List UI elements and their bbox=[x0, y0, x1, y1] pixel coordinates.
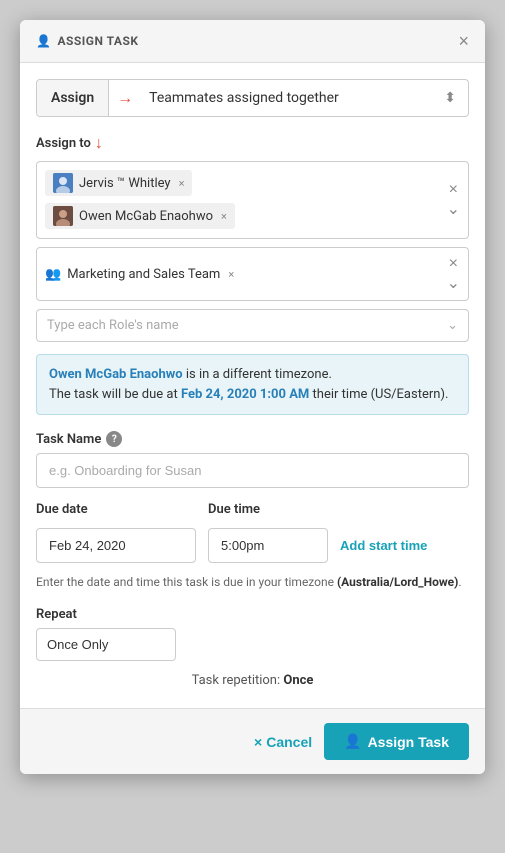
timezone-text3: their time (US/Eastern). bbox=[309, 387, 448, 402]
task-repetition-label: Task repetition: bbox=[192, 673, 281, 688]
assignees-list: Jervis ™ Whitley × Owen McGab bbox=[45, 170, 439, 230]
team-name: Marketing and Sales Team bbox=[67, 267, 220, 282]
team-tag: 👥 Marketing and Sales Team × bbox=[45, 267, 234, 282]
roles-chevron-icon: ⌄ bbox=[447, 318, 458, 333]
repeat-section: Repeat Once Only Daily Weekly Monthly bbox=[36, 607, 469, 661]
roles-input-box[interactable]: Type each Role's name ⌄ bbox=[36, 309, 469, 342]
assign-task-label: Assign Task bbox=[368, 734, 449, 750]
tz-hint-text2: . bbox=[458, 575, 461, 589]
assign-chevron-icon[interactable]: ⬍ bbox=[432, 80, 468, 116]
expand-assignees-button[interactable]: ⌄ bbox=[447, 202, 460, 218]
due-date-label: Due date bbox=[36, 502, 196, 517]
repeat-label: Repeat bbox=[36, 607, 469, 622]
due-time-input[interactable] bbox=[208, 528, 328, 563]
modal-header: 👤 ASSIGN TASK × bbox=[20, 20, 485, 63]
assignee-name-owen: Owen McGab Enaohwo bbox=[79, 209, 213, 224]
assign-row[interactable]: Assign → Teammates assigned together ⬍ bbox=[36, 79, 469, 117]
assign-task-modal: 👤 ASSIGN TASK × Assign → Teammates assig… bbox=[20, 20, 485, 774]
assignee-name-jervis: Jervis ™ Whitley bbox=[79, 176, 171, 191]
remove-jervis-button[interactable]: × bbox=[179, 177, 185, 190]
roles-placeholder: Type each Role's name bbox=[47, 318, 179, 333]
task-name-section: Task Name ? bbox=[36, 431, 469, 488]
assign-select-value: Teammates assigned together bbox=[141, 80, 432, 116]
remove-team-x-button[interactable]: × bbox=[449, 256, 458, 272]
add-start-time-button[interactable]: Add start time bbox=[340, 538, 427, 563]
tz-hint-tz: (Australia/Lord_Howe) bbox=[337, 575, 458, 589]
remove-owen-button[interactable]: × bbox=[221, 210, 227, 223]
close-button[interactable]: × bbox=[458, 32, 469, 50]
timezone-notice: Owen McGab Enaohwo is in a different tim… bbox=[36, 354, 469, 415]
assign-task-button[interactable]: 👤 Assign Task bbox=[324, 723, 469, 760]
expand-team-button[interactable]: ⌄ bbox=[447, 276, 460, 292]
modal-title: 👤 ASSIGN TASK bbox=[36, 34, 139, 48]
assignee-tag-owen: Owen McGab Enaohwo × bbox=[45, 203, 235, 229]
team-icon: 👥 bbox=[45, 267, 61, 282]
avatar-jervis bbox=[53, 173, 73, 193]
task-name-label: Task Name ? bbox=[36, 431, 469, 447]
assign-to-label: Assign to ↓ bbox=[36, 133, 469, 153]
cancel-button[interactable]: × Cancel bbox=[254, 734, 312, 750]
repeat-select[interactable]: Once Only Daily Weekly Monthly bbox=[36, 628, 176, 661]
team-actions: × ⌄ bbox=[439, 256, 460, 292]
timezone-name: Owen McGab Enaohwo bbox=[49, 367, 183, 382]
assign-arrow: → bbox=[109, 88, 141, 108]
assign-task-icon: 👤 bbox=[344, 733, 361, 750]
modal-title-text: ASSIGN TASK bbox=[57, 34, 138, 48]
assignee-tag-jervis: Jervis ™ Whitley × bbox=[45, 170, 192, 196]
cancel-label: Cancel bbox=[266, 734, 312, 750]
cancel-icon: × bbox=[254, 734, 262, 750]
date-time-row: Due date Due time Add start time bbox=[36, 502, 469, 563]
remove-assignees-button[interactable]: × bbox=[449, 182, 458, 198]
task-repetition-value: Once bbox=[283, 673, 313, 688]
timezone-hint: Enter the date and time this task is due… bbox=[36, 573, 469, 591]
timezone-text1: is in a different timezone. bbox=[183, 367, 332, 382]
tz-hint-text1: Enter the date and time this task is due… bbox=[36, 575, 334, 589]
team-box: 👥 Marketing and Sales Team × × ⌄ bbox=[36, 247, 469, 301]
assignees-actions: × ⌄ bbox=[439, 182, 460, 218]
modal-body: Assign → Teammates assigned together ⬍ A… bbox=[20, 63, 485, 708]
list-item: Owen McGab Enaohwo × bbox=[45, 203, 439, 230]
timezone-text2: The task will be due at bbox=[49, 387, 181, 402]
due-time-label: Due time bbox=[208, 502, 328, 517]
due-date-input[interactable] bbox=[36, 528, 196, 563]
task-repetition: Task repetition: Once bbox=[36, 673, 469, 688]
due-time-field: Due time bbox=[208, 502, 328, 563]
due-date-field: Due date bbox=[36, 502, 196, 563]
assignees-box: Jervis ™ Whitley × Owen McGab bbox=[36, 161, 469, 239]
task-name-input[interactable] bbox=[36, 453, 469, 488]
repeat-select-wrap: Once Only Daily Weekly Monthly bbox=[36, 628, 469, 661]
help-icon: ? bbox=[106, 431, 122, 447]
modal-footer: × Cancel 👤 Assign Task bbox=[20, 708, 485, 774]
assign-to-text: Assign to bbox=[36, 136, 91, 151]
avatar-owen bbox=[53, 206, 73, 226]
assign-to-arrow: ↓ bbox=[95, 133, 103, 153]
person-icon: 👤 bbox=[36, 34, 51, 48]
remove-team-button[interactable]: × bbox=[228, 268, 234, 281]
timezone-date: Feb 24, 2020 1:00 AM bbox=[181, 387, 309, 402]
assign-label: Assign bbox=[37, 80, 109, 116]
list-item: Jervis ™ Whitley × bbox=[45, 170, 439, 197]
